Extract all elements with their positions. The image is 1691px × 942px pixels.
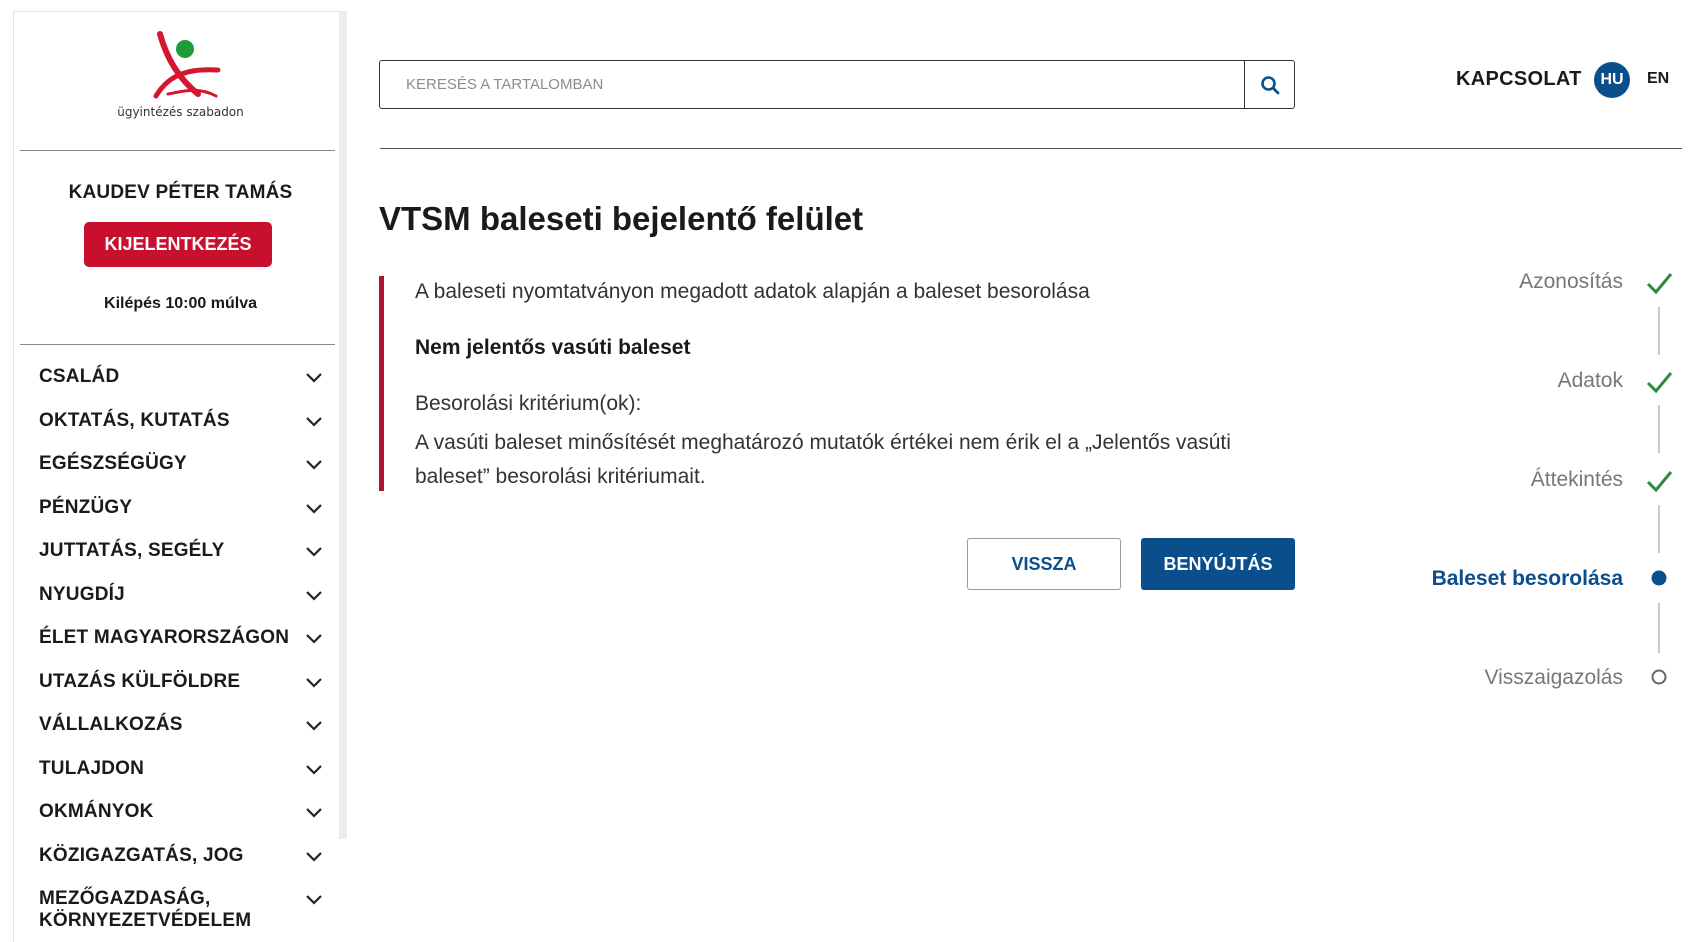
checkmark-icon [1646, 273, 1673, 295]
search-input[interactable] [380, 61, 1244, 108]
search-button[interactable] [1244, 61, 1294, 108]
user-name: KAUDEV PÉTER TAMÁS [68, 182, 293, 203]
sidebar-scrollbar[interactable] [339, 11, 347, 839]
nav-item-kozigazgatas[interactable]: KÖZIGAZGATÁS, JOG [14, 841, 347, 885]
pending-step-circle-icon [1651, 669, 1667, 685]
criteria-text: A vasúti baleset minősítését meghatározó… [415, 431, 1231, 488]
nav-item-label: OKMÁNYOK [39, 801, 154, 822]
sidebar-divider [20, 344, 335, 345]
nav-item-juttatas[interactable]: JUTTATÁS, SEGÉLY [14, 536, 347, 580]
chevron-down-icon [306, 416, 322, 427]
nav-item-label: UTAZÁS KÜLFÖLDRE [39, 670, 241, 692]
submit-button[interactable]: BENYÚJTÁS [1141, 538, 1295, 590]
chevron-down-icon [306, 721, 322, 731]
step-label-visszaigazolas: Visszaigazolás [1484, 666, 1623, 689]
sidebar-divider [20, 150, 335, 151]
chevron-down-icon [306, 373, 322, 383]
step-label-baleset-besorolasa: Baleset besorolása [1431, 567, 1623, 590]
search-box [379, 60, 1295, 109]
chevron-down-icon [306, 547, 322, 557]
notice-intro: A baleseti nyomtatványon megadott adatok… [415, 280, 1090, 303]
checkmark-icon [1646, 372, 1673, 394]
nav-item-label: OKTATÁS, KUTATÁS [39, 409, 230, 431]
step-label-attekintes: Áttekintés [1530, 468, 1623, 491]
step-connector [1658, 307, 1660, 355]
chevron-down-icon [306, 851, 322, 862]
nav-item-label: KÖZIGAZGATÁS, JOG [39, 844, 244, 866]
nav-item-okmanyok[interactable]: OKMÁNYOK [14, 797, 347, 841]
nav-item-label: EGÉSZSÉGÜGY [39, 453, 187, 474]
nav-item-label: PÉNZÜGY [39, 496, 133, 518]
logo-icon [153, 31, 221, 99]
chevron-down-icon [306, 460, 322, 470]
category-nav: CSALÁD OKTATÁS, KUTATÁS EGÉSZSÉGÜGY PÉNZ… [14, 362, 347, 931]
step-connector [1658, 505, 1660, 553]
nav-item-tulajdon[interactable]: TULAJDON [14, 754, 347, 798]
chevron-down-icon [306, 808, 322, 818]
nav-item-nyugdij[interactable]: NYUGDÍJ [14, 580, 347, 624]
nav-item-label: NYUGDÍJ [39, 583, 125, 605]
nav-item-label: TULAJDON [39, 757, 145, 779]
nav-item-label: MEZŐGAZDASÁG, [39, 888, 211, 909]
logo-caption: ügyintézés szabadon [117, 105, 244, 119]
contact-link[interactable]: KAPCSOLAT [1456, 68, 1582, 91]
language-en-button[interactable]: EN [1647, 70, 1669, 88]
header-divider [380, 148, 1682, 149]
chevron-down-icon [306, 503, 322, 514]
nav-item-vallalkozas[interactable]: VÁLLALKOZÁS [14, 710, 347, 754]
chevron-down-icon [306, 895, 322, 905]
nav-item-penzugy[interactable]: PÉNZÜGY [14, 493, 347, 537]
page-title: VTSM baleseti bejelentő felület [379, 200, 864, 237]
accident-classification: Nem jelentős vasúti baleset [415, 336, 691, 359]
back-button[interactable]: VISSZA [967, 538, 1121, 590]
nav-item-elet[interactable]: ÉLET MAGYARORSZÁGON [14, 623, 347, 667]
nav-item-csalad[interactable]: CSALÁD [14, 362, 347, 406]
step-connector [1658, 405, 1660, 453]
brand-logo[interactable]: ügyintézés szabadon [14, 12, 347, 150]
chevron-down-icon [306, 634, 322, 644]
step-connector [1658, 603, 1660, 653]
classification-notice: A baleseti nyomtatványon megadott adatok… [379, 276, 1259, 491]
nav-item-oktatas[interactable]: OKTATÁS, KUTATÁS [14, 406, 347, 450]
chevron-down-icon [306, 677, 322, 688]
logout-button[interactable]: KIJELENTKEZÉS [84, 222, 272, 267]
nav-item-egeszsegugy[interactable]: EGÉSZSÉGÜGY [14, 449, 347, 493]
current-step-dot-icon [1651, 570, 1667, 586]
language-hu-button[interactable]: HU [1594, 62, 1630, 98]
nav-item-utazas[interactable]: UTAZÁS KÜLFÖLDRE [14, 667, 347, 711]
nav-item-label: JUTTATÁS, SEGÉLY [39, 540, 225, 561]
nav-item-mezogazdasag[interactable]: MEZŐGAZDASÁG, KÖRNYEZETVÉDELEM [14, 884, 347, 931]
sidebar: ügyintézés szabadon KAUDEV PÉTER TAMÁS K… [13, 11, 346, 942]
search-icon [1260, 75, 1279, 94]
step-label-azonositas: Azonosítás [1519, 270, 1623, 293]
nav-item-label: ÉLET MAGYARORSZÁGON [39, 627, 290, 648]
session-timer: Kilépés 10:00 múlva [104, 295, 257, 312]
nav-item-label-line2: KÖRNYEZETVÉDELEM [39, 910, 252, 931]
chevron-down-icon [306, 764, 322, 775]
step-label-adatok: Adatok [1557, 369, 1623, 392]
nav-item-label: CSALÁD [39, 366, 120, 387]
criteria-label: Besorolási kritérium(ok): [415, 392, 642, 415]
checkmark-icon [1646, 471, 1673, 493]
chevron-down-icon [306, 590, 322, 601]
nav-item-label: VÁLLALKOZÁS [39, 714, 183, 735]
